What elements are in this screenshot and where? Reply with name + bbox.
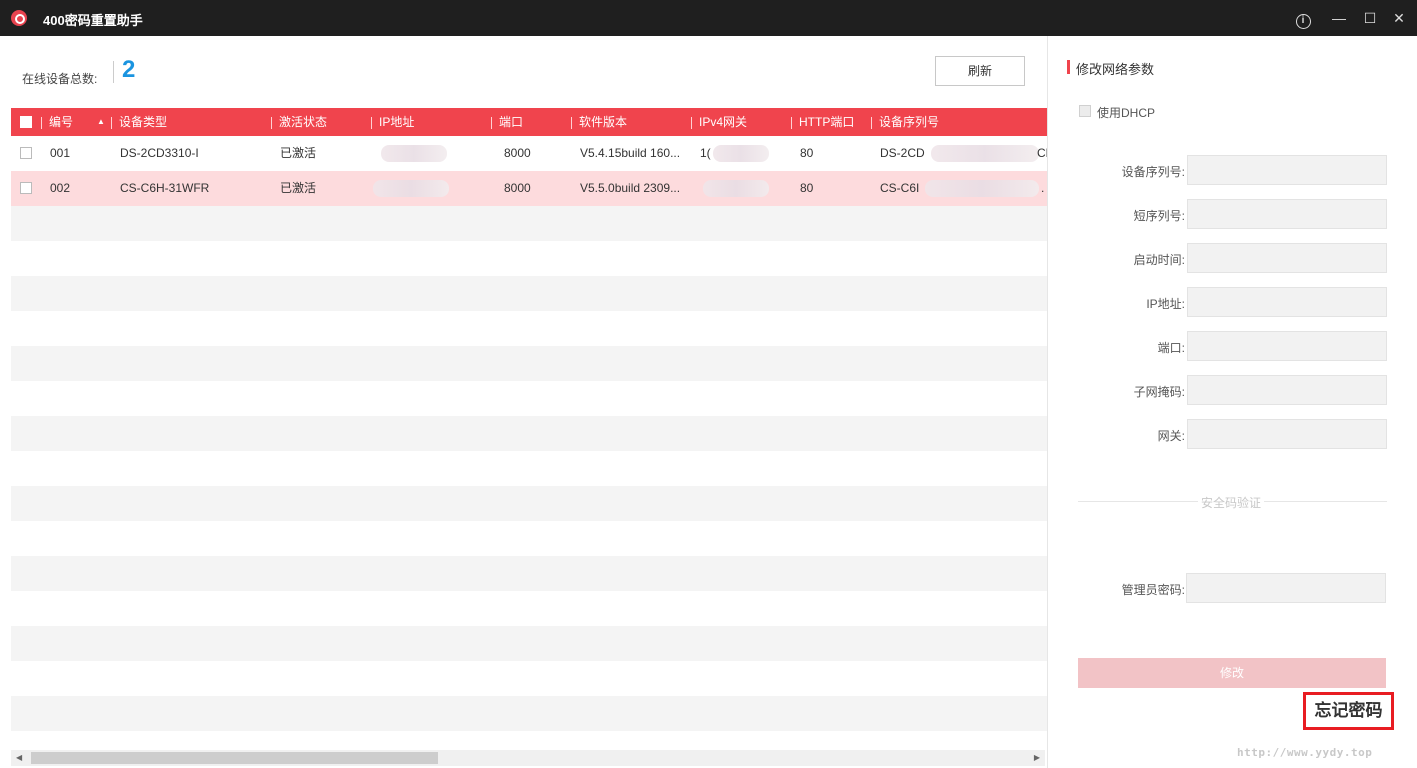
divider <box>113 61 114 83</box>
title-bar: 400密码重置助手 i — ☐ ✕ <box>0 0 1417 36</box>
empty-row <box>11 521 1047 556</box>
cell-serial-tail: CH <box>1037 146 1047 160</box>
watermark: http://www.yydy.top <box>1237 746 1373 759</box>
empty-row <box>11 451 1047 486</box>
serial-label: 设备序列号: <box>1121 165 1185 179</box>
device-list-panel: 在线设备总数: 2 刷新 编号 ▲ 设备类型 激活状态 IP地址 端口 软件版本… <box>0 36 1047 768</box>
row-checkbox[interactable] <box>20 147 32 159</box>
sort-ascending-icon[interactable]: ▲ <box>97 108 105 136</box>
security-section-label: 安全码验证 <box>1198 494 1265 511</box>
gateway-label: 网关: <box>1157 429 1185 443</box>
info-icon[interactable]: i <box>1293 8 1313 29</box>
empty-row <box>11 416 1047 451</box>
dhcp-label: 使用DHCP <box>1097 106 1156 120</box>
short-serial-field[interactable] <box>1187 199 1387 229</box>
empty-row <box>11 311 1047 346</box>
empty-row <box>11 381 1047 416</box>
column-header-type[interactable]: 设备类型 <box>111 108 167 136</box>
ip-field[interactable] <box>1187 287 1387 317</box>
boot-time-field[interactable] <box>1187 243 1387 273</box>
empty-row <box>11 591 1047 626</box>
redacted-gateway <box>703 180 769 197</box>
cell-serial: CS-C6I <box>880 181 920 195</box>
column-header-http-port[interactable]: HTTP端口 <box>791 108 854 136</box>
network-params-panel: 修改网络参数 使用DHCP 设备序列号: 短序列号: 启动时间: IP地址: 端… <box>1047 36 1417 768</box>
scroll-left-icon[interactable]: ◀ <box>16 753 22 762</box>
column-header-status[interactable]: 激活状态 <box>271 108 327 136</box>
empty-row <box>11 486 1047 521</box>
table-row[interactable]: 001 DS-2CD3310-I 已激活 8000 V5.4.15build 1… <box>11 136 1047 171</box>
boot-time-label: 启动时间: <box>1133 253 1185 267</box>
column-header-port[interactable]: 端口 <box>491 108 523 136</box>
cell-status: 已激活 <box>280 181 317 195</box>
empty-row <box>11 556 1047 591</box>
cell-version: V5.5.0build 2309... <box>580 181 681 195</box>
modify-button[interactable]: 修改 <box>1078 658 1386 688</box>
redacted-serial <box>925 180 1039 197</box>
select-all-checkbox[interactable] <box>20 116 32 128</box>
serial-field[interactable] <box>1187 155 1387 185</box>
scroll-right-icon[interactable]: ▶ <box>1034 753 1040 762</box>
column-header-id[interactable]: 编号 <box>41 108 73 136</box>
scrollbar-thumb[interactable] <box>31 752 438 764</box>
cell-type: CS-C6H-31WFR <box>120 181 210 195</box>
app-logo-icon <box>11 10 27 26</box>
online-count-value: 2 <box>122 56 136 83</box>
online-count-label: 在线设备总数: <box>22 72 98 86</box>
window-title: 400密码重置助手 <box>43 13 143 28</box>
row-checkbox[interactable] <box>20 182 32 194</box>
empty-row <box>11 696 1047 731</box>
admin-password-label: 管理员密码: <box>1121 583 1185 597</box>
column-header-gateway[interactable]: IPv4网关 <box>691 108 747 136</box>
ip-label: IP地址: <box>1146 297 1185 311</box>
empty-row <box>11 206 1047 241</box>
admin-password-field[interactable] <box>1186 573 1386 603</box>
port-label: 端口: <box>1157 341 1185 355</box>
cell-version: V5.4.15build 160... <box>580 146 681 160</box>
gateway-field[interactable] <box>1187 419 1387 449</box>
cell-http-port: 80 <box>800 181 814 195</box>
empty-row <box>11 241 1047 276</box>
close-icon[interactable]: ✕ <box>1389 8 1409 28</box>
minimize-icon[interactable]: — <box>1329 8 1349 28</box>
cell-status: 已激活 <box>280 146 317 160</box>
maximize-icon[interactable]: ☐ <box>1360 8 1380 28</box>
empty-row <box>11 661 1047 696</box>
port-field[interactable] <box>1187 331 1387 361</box>
cell-type: DS-2CD3310-I <box>120 146 199 160</box>
cell-port: 8000 <box>504 146 531 160</box>
panel-title: 修改网络参数 <box>1076 62 1155 77</box>
cell-gateway: 1( <box>700 146 711 160</box>
forgot-password-link[interactable]: 忘记密码 <box>1303 692 1394 730</box>
dhcp-checkbox[interactable] <box>1079 105 1091 117</box>
empty-row <box>11 276 1047 311</box>
subnet-mask-label: 子网掩码: <box>1133 385 1185 399</box>
horizontal-scrollbar[interactable]: ◀ ▶ <box>11 750 1045 766</box>
device-table: 编号 ▲ 设备类型 激活状态 IP地址 端口 软件版本 IPv4网关 HTTP端… <box>11 108 1047 766</box>
table-header: 编号 ▲ 设备类型 激活状态 IP地址 端口 软件版本 IPv4网关 HTTP端… <box>11 108 1047 136</box>
redacted-ip <box>373 180 449 197</box>
title-accent-bar <box>1067 60 1070 74</box>
cell-http-port: 80 <box>800 146 814 160</box>
redacted-serial <box>931 145 1039 162</box>
column-header-serial[interactable]: 设备序列号 <box>871 108 939 136</box>
redacted-gateway <box>713 145 769 162</box>
column-header-version[interactable]: 软件版本 <box>571 108 627 136</box>
short-serial-label: 短序列号: <box>1133 209 1185 223</box>
cell-id: 001 <box>50 146 71 160</box>
subnet-mask-field[interactable] <box>1187 375 1387 405</box>
cell-id: 002 <box>50 181 71 195</box>
refresh-button[interactable]: 刷新 <box>935 56 1025 86</box>
empty-row <box>11 626 1047 661</box>
column-header-ip[interactable]: IP地址 <box>371 108 414 136</box>
table-row-selected[interactable]: 002 CS-C6H-31WFR 已激活 8000 V5.5.0build 23… <box>11 171 1047 206</box>
redacted-ip <box>381 145 447 162</box>
empty-row <box>11 346 1047 381</box>
cell-port: 8000 <box>504 181 531 195</box>
cell-serial: DS-2CD <box>880 146 925 160</box>
